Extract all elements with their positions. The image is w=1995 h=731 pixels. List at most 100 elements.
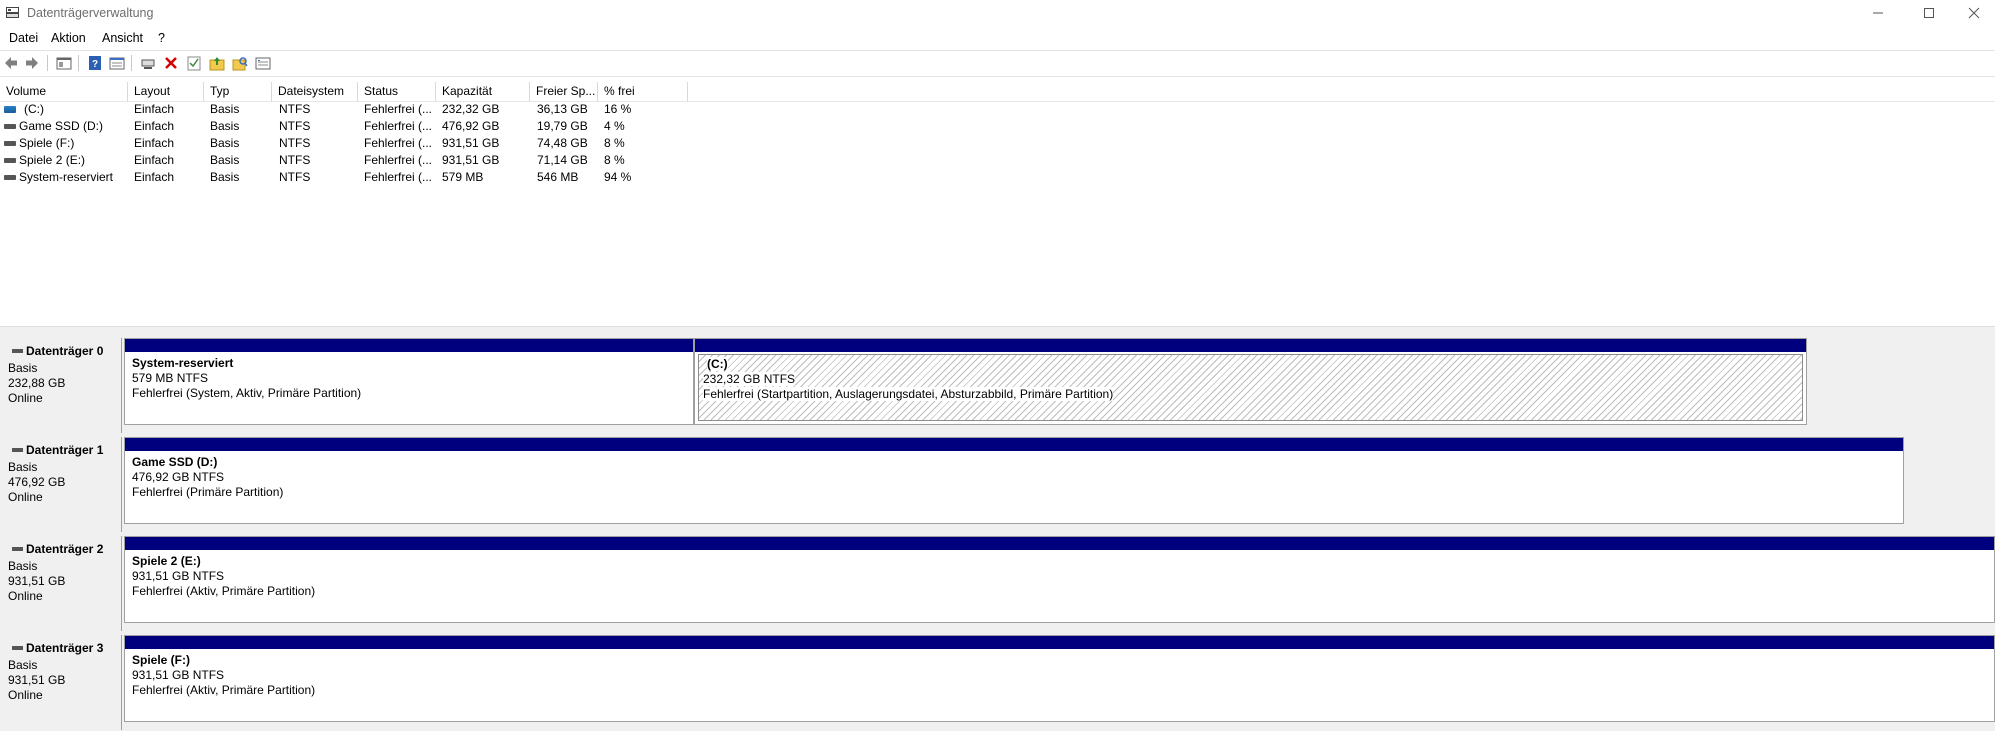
column-header-kapazitaet[interactable]: Kapazität xyxy=(436,82,530,101)
help-icon[interactable]: ? xyxy=(86,54,104,72)
cell-dateisystem: NTFS xyxy=(279,102,311,116)
disk-label[interactable]: Datenträger 1 Basis 476,92 GB Online xyxy=(0,437,122,532)
menu-aktion[interactable]: Aktion xyxy=(51,31,86,45)
partition-f[interactable]: Spiele (F:) 931,51 GB NTFS Fehlerfrei (A… xyxy=(124,635,1995,722)
cell-layout: Einfach xyxy=(134,170,175,184)
disk-icon xyxy=(12,646,23,650)
disk-state: Online xyxy=(8,589,43,603)
disk-name: Datenträger 2 xyxy=(26,542,104,556)
disk-type: Basis xyxy=(8,559,38,573)
partition-status: Fehlerfrei (Startpartition, Auslagerungs… xyxy=(703,387,1114,401)
table-row[interactable]: (C:) Einfach Basis NTFS Fehlerfrei (... … xyxy=(0,101,1995,118)
disk-size: 476,92 GB xyxy=(8,475,66,489)
svg-text:?: ? xyxy=(92,59,98,70)
cell-volume: System-reserviert xyxy=(19,170,114,184)
minimize-icon xyxy=(1873,12,1883,14)
cell-typ: Basis xyxy=(210,170,240,184)
connect-icon[interactable] xyxy=(139,54,157,72)
disk-state: Online xyxy=(8,490,43,504)
table-row[interactable]: Spiele (F:) Einfach Basis NTFS Fehlerfre… xyxy=(0,135,1995,152)
menu-help[interactable]: ? xyxy=(158,31,165,45)
system-drive-icon xyxy=(4,106,16,113)
cell-prozent-frei: 16 % xyxy=(604,102,632,116)
partition-size: 579 MB NTFS xyxy=(132,371,209,385)
partition-title: Game SSD (D:) xyxy=(132,455,218,469)
partition-c[interactable]: (C:) 232,32 GB NTFS Fehlerfrei (Startpar… xyxy=(694,338,1807,425)
menu-datei[interactable]: Datei xyxy=(9,31,38,45)
toolbar-separator xyxy=(131,55,132,71)
cell-freier-speicher: 74,48 GB xyxy=(537,136,588,150)
column-header-typ[interactable]: Typ xyxy=(204,82,272,101)
drive-icon xyxy=(4,158,16,163)
properties-icon[interactable] xyxy=(108,54,126,72)
menu-ansicht[interactable]: Ansicht xyxy=(102,31,143,45)
cell-prozent-frei: 8 % xyxy=(604,153,625,167)
partition-type-bar xyxy=(125,339,693,352)
disk-state: Online xyxy=(8,688,43,702)
cell-status: Fehlerfrei (... xyxy=(364,170,433,184)
cell-status: Fehlerfrei (... xyxy=(364,136,433,150)
cell-typ: Basis xyxy=(210,102,240,116)
check-icon[interactable] xyxy=(185,54,203,72)
toolbar-separator xyxy=(47,55,48,71)
cell-status: Fehlerfrei (... xyxy=(364,102,433,116)
forward-icon[interactable] xyxy=(23,54,41,72)
partition-status: Fehlerfrei (Aktiv, Primäre Partition) xyxy=(132,683,316,697)
disk-size: 232,88 GB xyxy=(8,376,66,390)
partition-type-bar xyxy=(695,339,1806,352)
cell-volume: Game SSD (D:) xyxy=(19,119,104,133)
maximize-button[interactable] xyxy=(1906,0,1952,26)
column-header-volume[interactable]: Volume xyxy=(0,82,128,101)
disk-type: Basis xyxy=(8,460,38,474)
minimize-button[interactable] xyxy=(1855,0,1901,26)
list-view-icon[interactable] xyxy=(254,54,272,72)
folder-up-icon[interactable] xyxy=(208,54,226,72)
column-header-dateisystem[interactable]: Dateisystem xyxy=(272,82,358,101)
toolbar-separator xyxy=(78,55,79,71)
partition-size: 232,32 GB NTFS xyxy=(703,372,796,386)
cell-typ: Basis xyxy=(210,153,240,167)
disk-label[interactable]: Datenträger 0 Basis 232,88 GB Online xyxy=(0,338,122,433)
cell-freier-speicher: 19,79 GB xyxy=(537,119,588,133)
disk-label[interactable]: Datenträger 2 Basis 931,51 GB Online xyxy=(0,536,122,631)
partition-d[interactable]: Game SSD (D:) 476,92 GB NTFS Fehlerfrei … xyxy=(124,437,1904,524)
cell-kapazitaet: 579 MB xyxy=(442,170,484,184)
volume-list-header: Volume Layout Typ Dateisystem Status Kap… xyxy=(0,82,1995,102)
delete-icon[interactable] xyxy=(162,54,180,72)
disk-name: Datenträger 3 xyxy=(26,641,104,655)
partition-selection-hatch: (C:) 232,32 GB NTFS Fehlerfrei (Startpar… xyxy=(698,354,1803,421)
partition-status: Fehlerfrei (Aktiv, Primäre Partition) xyxy=(132,584,316,598)
maximize-icon xyxy=(1924,8,1934,18)
disk-icon xyxy=(12,547,23,551)
partition-status: Fehlerfrei (Primäre Partition) xyxy=(132,485,284,499)
back-icon[interactable] xyxy=(2,54,20,72)
table-row[interactable]: Game SSD (D:) Einfach Basis NTFS Fehlerf… xyxy=(0,118,1995,135)
partition-type-bar xyxy=(125,537,1994,550)
disk-graphical-view: Datenträger 0 Basis 232,88 GB Online Sys… xyxy=(0,330,1995,731)
window-title: Datenträgerverwaltung xyxy=(27,6,154,20)
close-button[interactable] xyxy=(1951,0,1995,26)
disk-label[interactable]: Datenträger 3 Basis 931,51 GB Online xyxy=(0,635,122,730)
column-header-prozent-frei[interactable]: % frei xyxy=(598,82,688,101)
column-header-layout[interactable]: Layout xyxy=(128,82,204,101)
toolbar: ? xyxy=(0,51,1995,75)
drive-icon xyxy=(4,124,16,129)
drive-icon xyxy=(4,175,16,180)
column-header-status[interactable]: Status xyxy=(358,82,436,101)
partition-title: System-reserviert xyxy=(132,356,234,370)
column-header-freier-speicher[interactable]: Freier Sp... xyxy=(530,82,598,101)
partition-e[interactable]: Spiele 2 (E:) 931,51 GB NTFS Fehlerfrei … xyxy=(124,536,1995,623)
disk-icon xyxy=(12,349,23,353)
partition-system-reserved[interactable]: System-reserviert 579 MB NTFS Fehlerfrei… xyxy=(124,338,694,425)
cell-dateisystem: NTFS xyxy=(279,153,311,167)
console-tree-icon[interactable] xyxy=(55,54,73,72)
folder-search-icon[interactable] xyxy=(231,54,249,72)
table-row[interactable]: System-reserviert Einfach Basis NTFS Feh… xyxy=(0,169,1995,186)
table-row[interactable]: Spiele 2 (E:) Einfach Basis NTFS Fehlerf… xyxy=(0,152,1995,169)
partition-title: (C:) xyxy=(707,357,728,371)
disk-state: Online xyxy=(8,391,43,405)
cell-layout: Einfach xyxy=(134,136,175,150)
cell-kapazitaet: 931,51 GB xyxy=(442,136,500,150)
cell-volume: (C:) xyxy=(24,102,44,116)
partition-type-bar xyxy=(125,438,1903,451)
